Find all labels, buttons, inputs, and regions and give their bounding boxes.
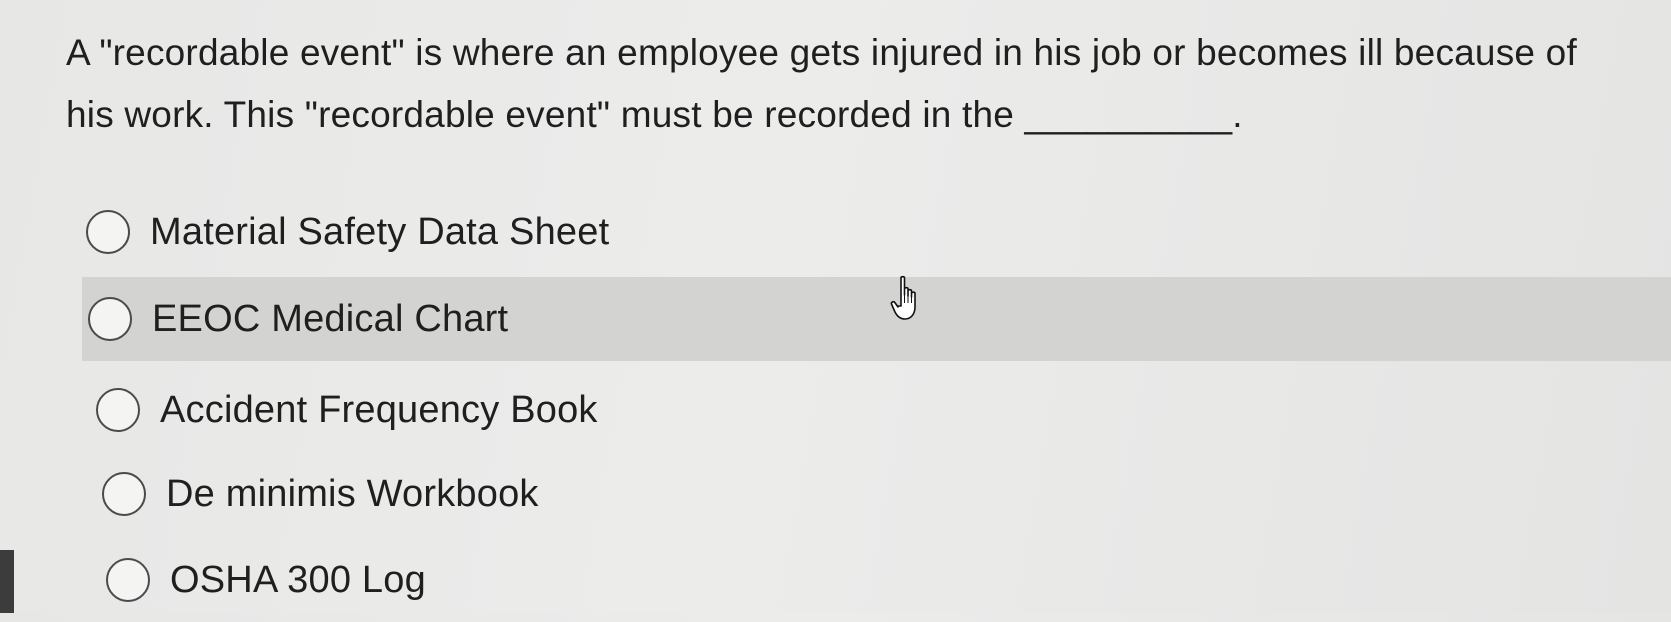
option-label: De minimis Workbook xyxy=(166,472,539,515)
option-label: Accident Frequency Book xyxy=(160,388,598,431)
option-de-minimis-workbook[interactable]: De minimis Workbook xyxy=(102,452,539,536)
radio-button[interactable] xyxy=(88,297,132,341)
option-label: Material Safety Data Sheet xyxy=(150,210,610,253)
radio-button[interactable] xyxy=(96,388,140,432)
radio-button[interactable] xyxy=(86,210,130,254)
option-label: EEOC Medical Chart xyxy=(152,297,509,340)
question-text: A "recordable event" is where an employe… xyxy=(66,32,1577,135)
option-accident-frequency-book[interactable]: Accident Frequency Book xyxy=(96,368,598,452)
hand-pointer-icon xyxy=(890,275,916,320)
option-label: OSHA 300 Log xyxy=(170,558,426,601)
option-material-safety-data-sheet[interactable]: Material Safety Data Sheet xyxy=(86,190,609,274)
radio-button[interactable] xyxy=(102,472,146,516)
radio-button[interactable] xyxy=(106,558,150,602)
option-eeoc-medical-chart[interactable]: EEOC Medical Chart xyxy=(82,277,1671,361)
screen-edge-shadow xyxy=(0,550,14,613)
option-osha-300-log[interactable]: OSHA 300 Log xyxy=(106,538,426,622)
